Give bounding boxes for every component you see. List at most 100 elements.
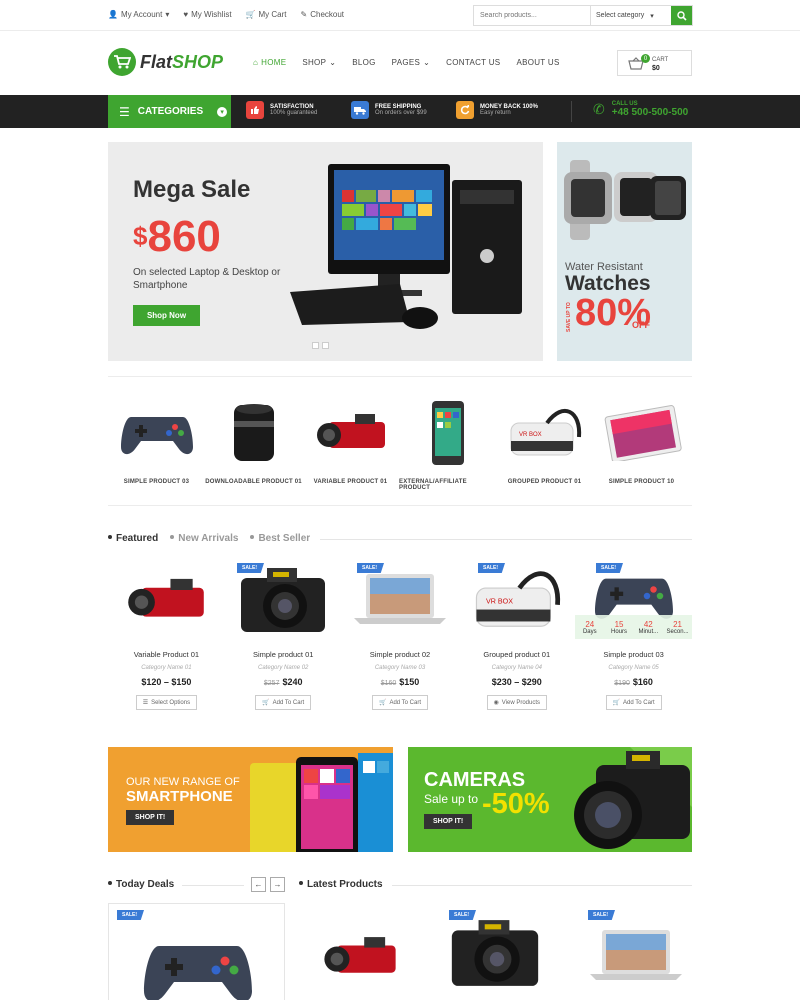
lens-image (233, 403, 274, 461)
select-options-button[interactable]: ☰ Select Options (135, 695, 198, 710)
feature-shipping: FREE SHIPPING On orders over $99 (351, 101, 427, 119)
strip-item[interactable]: DOWNLOADABLE PRODUCT 01 (205, 395, 302, 491)
add-to-cart-button[interactable]: 🛒 Add To Cart (605, 695, 662, 710)
product-category: Category Name 03 (374, 665, 426, 671)
divider (108, 505, 692, 506)
desktop-computer-image (290, 164, 522, 329)
shop-now-button[interactable]: Shop Now (133, 305, 200, 326)
nav-contact[interactable]: CONTACT US (446, 58, 500, 67)
shop-it-button[interactable]: SHOP IT! (126, 810, 175, 825)
product-price: $230 – $290 (491, 677, 542, 687)
product-category: Category Name 01 (141, 665, 192, 671)
latest-products-heading: Latest Products (299, 879, 383, 890)
logo-text: FlatSHOP (140, 51, 224, 72)
divider (571, 101, 572, 122)
add-to-cart-button[interactable]: 🛒 Add To Cart (371, 695, 429, 710)
cameras-banner[interactable]: CAMERAS Sale up to -50% SHOP IT! (408, 747, 692, 852)
product-name[interactable]: Grouped product 01 (483, 650, 550, 659)
sale-badge: SALE! (237, 563, 264, 573)
my-account-link[interactable]: 👤 My Account ▾ (108, 10, 169, 19)
search-button[interactable] (671, 6, 692, 25)
call-us[interactable]: ✆ CALL US +48 500-500-500 (593, 101, 688, 118)
chevron-down-circle-icon: ▾ (217, 106, 228, 117)
dslr-camera-image (451, 920, 539, 986)
tab-best-seller[interactable]: Best Seller (250, 533, 310, 544)
main-nav: ⌂ HOME SHOP ⌄ BLOG PAGES ⌄ CONTACT US ABOUT… (253, 58, 560, 67)
product-name[interactable]: Simple product 03 (603, 650, 663, 659)
chevron-down-icon: ▾ (650, 12, 654, 20)
strip-item[interactable]: EXTERNAL/AFFILIATE PRODUCT (399, 395, 496, 491)
slider-dot[interactable] (322, 342, 329, 349)
prev-arrow-button[interactable]: ← (251, 877, 266, 892)
product-card[interactable]: Simple product 02 Category Name 03 $160 $… (342, 560, 459, 710)
dslr-camera-image (241, 568, 326, 632)
cart-widget[interactable]: 0 CART $0 (617, 50, 692, 76)
strip-item[interactable]: VR BOX GROUPED PRODUCT 01 (496, 395, 593, 491)
camcorder-image (316, 413, 385, 448)
svg-text:VR BOX: VR BOX (519, 432, 542, 438)
truck-icon (351, 101, 369, 119)
cart-logo-icon (108, 48, 136, 76)
refresh-icon (456, 101, 474, 119)
product-card[interactable]: VR BOX Grouped product 01 Category Name … (458, 560, 575, 710)
view-products-button[interactable]: ◉ View Products (486, 695, 548, 710)
chevron-down-icon: ⌄ (423, 58, 431, 67)
countdown-hours: 15 Hours (611, 619, 628, 635)
nav-blog[interactable]: BLOG (352, 58, 375, 67)
slider-dots (312, 342, 329, 349)
strip-item[interactable]: SIMPLE PRODUCT 10 (593, 395, 690, 491)
search-icon (676, 10, 687, 21)
banner-title: SMARTPHONE (126, 788, 233, 805)
search-input[interactable] (474, 6, 591, 25)
my-cart-link[interactable]: 🛒 My Cart (246, 10, 287, 19)
eye-icon: ◉ (493, 700, 499, 706)
categories-button[interactable]: ☰ CATEGORIES ▾ (108, 95, 231, 128)
gamepad-image (144, 946, 252, 1000)
product-grid: Variable Product 01 Category Name 01 $12… (108, 560, 693, 710)
divider (108, 376, 692, 377)
cart-icon: 🛒 (262, 700, 270, 706)
off-text: OFF (632, 320, 650, 330)
cart-icon: 🛒 (378, 700, 387, 706)
nav-home[interactable]: ⌂ HOME (253, 58, 286, 67)
sale-badge: SALE! (478, 563, 505, 573)
smartphones-image (250, 753, 393, 852)
gamepad-image (120, 416, 193, 454)
tab-featured[interactable]: Featured (108, 533, 158, 544)
category-select[interactable]: Select category ▾ (591, 6, 671, 25)
product-card[interactable]: 24 Days 15 Hours 42 Minut... 21 Secon... Sim… (575, 560, 693, 710)
product-card[interactable]: SALE! Simple product 01 Category Name 02… (225, 560, 342, 710)
smartphone-banner[interactable]: OUR NEW RANGE OF SMARTPHONE SHOP IT! (108, 747, 393, 852)
next-arrow-button[interactable]: → (270, 877, 285, 892)
product-name[interactable]: Simple product 01 (253, 650, 313, 659)
product-name[interactable]: Variable Product 01 (134, 650, 199, 659)
hero-title: Mega Sale (133, 176, 251, 203)
product-card[interactable]: Variable Product 01 Category Name 01 $12… (108, 560, 225, 710)
feature-satisfaction: SATISFACTION 100% guaranteed (246, 101, 317, 119)
countdown-days: 24 Days (582, 619, 597, 635)
wishlist-link[interactable]: ♥ My Wishlist (183, 10, 231, 19)
logo[interactable]: FlatSHOP (108, 48, 223, 76)
tab-new-arrivals[interactable]: New Arrivals (170, 533, 238, 544)
product-name[interactable]: Simple product 02 (370, 650, 430, 659)
checkout-link[interactable]: ✎ Checkout (301, 10, 345, 19)
user-icon: 👤 (108, 10, 118, 19)
divider (320, 539, 692, 540)
add-to-cart-button[interactable]: 🛒 Add To Cart (255, 695, 312, 710)
slider-dot[interactable] (312, 342, 319, 349)
shop-it-button[interactable]: SHOP IT! (424, 814, 473, 829)
arrow-right-icon: → (273, 880, 282, 889)
nav-shop[interactable]: SHOP ⌄ (302, 58, 336, 67)
nav-pages[interactable]: PAGES ⌄ (392, 58, 431, 67)
smartwatches-image (564, 160, 686, 240)
chevron-down-icon: ▾ (165, 10, 170, 19)
strip-item[interactable]: SIMPLE PRODUCT 03 (108, 395, 205, 491)
smartphone-image (431, 400, 464, 465)
product-category: Category Name 02 (258, 665, 309, 671)
strip-item[interactable]: VARIABLE PRODUCT 01 (302, 395, 399, 491)
svg-text:VR BOX: VR BOX (486, 598, 513, 606)
countdown-minutes: 42 Minut... (638, 619, 659, 635)
nav-about[interactable]: ABOUT US (516, 58, 559, 67)
sale-badge: SALE! (588, 910, 615, 920)
product-price: $257 $240 (263, 677, 303, 687)
